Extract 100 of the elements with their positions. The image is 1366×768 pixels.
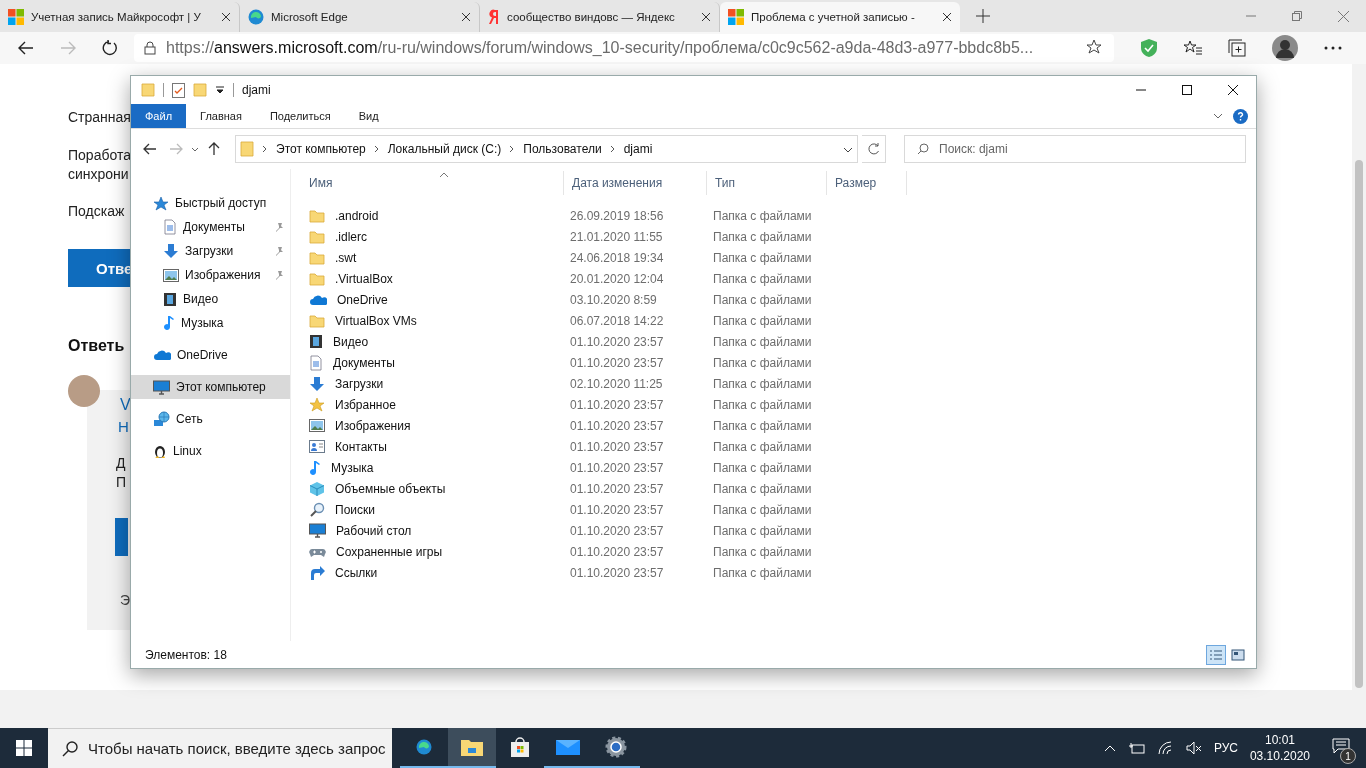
speaker-muted-icon[interactable] [1185,741,1202,755]
nav-item[interactable]: Linux [131,439,290,463]
search-field[interactable]: Поиск: djami [904,135,1246,163]
back-arrow-icon[interactable] [18,41,34,55]
chevron-up-icon[interactable] [1103,744,1116,752]
battery-icon[interactable] [1127,742,1146,754]
file-name[interactable]: Документы [327,355,557,370]
back-arrow-icon[interactable] [143,143,157,155]
properties-icon[interactable] [172,82,185,98]
nav-item[interactable]: Музыка [131,311,290,335]
notifications-icon[interactable] [1332,738,1350,754]
file-name[interactable]: .android [329,208,559,223]
cloud-icon [153,349,171,361]
taskbar-app[interactable] [448,728,496,768]
url-field[interactable]: https://answers.microsoft.com/ru-ru/windows/forum/windows_10-security/проблема/c0c9c562-a9da-48d3-a977-bbdc8b5... [134,34,1114,62]
breadcrumb[interactable]: Этот компьютер [276,142,366,156]
document-icon [163,219,177,235]
close-icon[interactable] [701,12,711,22]
file-name[interactable]: Избранное [329,397,559,412]
profile-avatar[interactable] [1272,35,1298,61]
favorite-star-icon[interactable] [1086,39,1104,57]
refresh-button[interactable] [862,135,886,163]
close-icon[interactable] [942,12,952,22]
maximize-icon[interactable] [1182,85,1192,95]
restore-icon[interactable] [1292,11,1302,21]
date-cell-text: 01.10.2020 23:57 [569,565,665,580]
file-name[interactable]: .idlerc [329,229,559,244]
file-name[interactable]: OneDrive [331,292,561,307]
collections-icon[interactable] [1228,39,1246,57]
music-note-icon [163,315,175,331]
date-cell-text: 01.10.2020 23:57 [569,334,665,349]
close-icon[interactable] [461,12,471,22]
wifi-icon[interactable] [1157,741,1174,755]
file-name[interactable]: .swt [329,250,559,265]
nav-item[interactable]: Изображения [131,263,290,287]
column-header[interactable]: Тип [707,171,827,195]
type-cell-text: Папка с файлами [712,355,813,370]
file-name[interactable]: Объемные объекты [329,481,559,496]
file-name[interactable]: Ссылки [329,565,559,580]
type-cell-text: Папка с файлами [712,544,813,559]
date-cell-text: 01.10.2020 23:57 [569,355,665,370]
file-name[interactable]: Загрузки [329,376,559,391]
address-bar[interactable]: Этот компьютер Локальный диск (C:) Пользователи djami [235,135,858,163]
up-arrow-icon[interactable] [208,142,220,156]
file-name[interactable]: Музыка [325,460,555,475]
nav-item[interactable]: Видео [131,287,290,311]
taskbar-search[interactable]: Чтобы начать поиск, введите здесь запрос [48,728,392,768]
date-cell-text: 01.10.2020 23:57 [569,418,665,433]
paragraph: П [116,474,127,490]
file-name[interactable]: .VirtualBox [329,271,559,286]
ribbon-tab[interactable]: Поделиться [255,104,345,128]
picture-icon [163,268,179,282]
chevron-right-icon [262,145,268,153]
author-name[interactable]: V [120,396,131,414]
file-name[interactable]: Изображения [329,418,559,433]
breadcrumb[interactable]: Локальный диск (C:) [387,142,502,156]
file-name[interactable]: VirtualBox VMs [329,313,559,328]
shield-icon[interactable] [1140,38,1158,58]
nav-item[interactable]: OneDrive [131,343,290,367]
column-header[interactable]: Размер [827,171,907,195]
column-header[interactable]: Дата изменения [564,171,707,195]
view-toggle[interactable] [1206,644,1226,665]
browser-tab[interactable]: Проблема с учетной записью - [720,2,960,32]
file-name[interactable]: Видео [327,334,557,349]
breadcrumb[interactable]: djami [623,142,653,156]
date-cell-text: 01.10.2020 23:57 [569,460,665,475]
breadcrumb[interactable]: Пользователи [523,142,602,156]
new-tab-icon[interactable] [976,9,990,23]
chevron-down-icon[interactable] [843,147,853,153]
favorites-list-icon[interactable] [1184,40,1202,56]
nav-item[interactable]: Этот компьютер [131,375,290,399]
file-name[interactable]: Сохраненные игры [330,544,560,559]
envelope-icon [556,738,580,756]
close-icon[interactable] [221,12,231,22]
file-name[interactable]: Рабочий стол [330,523,560,538]
help-icon[interactable] [1233,108,1248,124]
refresh-icon[interactable] [102,40,118,56]
column-header[interactable]: Имя [301,171,564,195]
reply-button[interactable]: Отве [68,249,131,287]
dropdown-icon[interactable] [215,86,225,94]
nav-item[interactable]: Сеть [131,407,290,431]
ribbon-tab[interactable]: Вид [344,104,393,128]
chevron-down-icon[interactable] [1213,113,1223,119]
more-icon[interactable] [1324,46,1342,50]
clock-date[interactable]: 03.10.2020 [1249,749,1310,763]
ribbon-tab[interactable]: Главная [186,104,256,128]
clock-time[interactable]: 10:01 [1264,733,1295,747]
close-icon[interactable] [1228,85,1238,95]
nav-item[interactable]: Загрузки [131,239,290,263]
folder-icon [240,141,254,157]
nav-item[interactable]: Документы [131,215,290,239]
file-name[interactable]: Поиски [329,502,559,517]
search-icon [62,740,78,757]
file-name[interactable]: Контакты [329,439,559,454]
author-subtitle: Н [118,418,129,435]
language-indicator[interactable]: РУС [1213,741,1238,755]
ribbon-tab[interactable]: Файл [131,104,187,128]
nav-item[interactable]: Быстрый доступ [131,191,290,215]
chevron-right-icon [373,145,380,153]
chevron-down-icon[interactable] [191,146,199,152]
